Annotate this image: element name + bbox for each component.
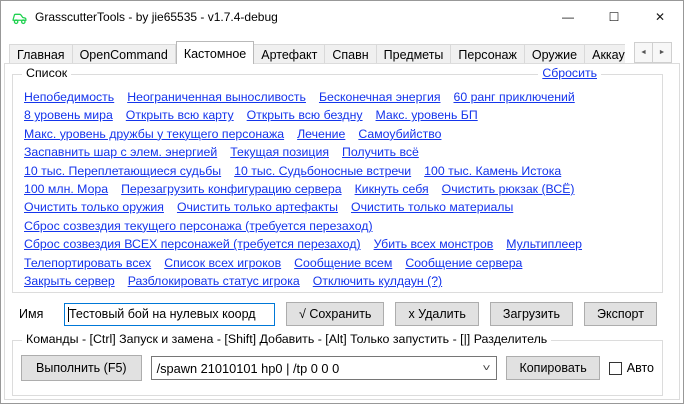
command-link[interactable]: 100 тыс. Камень Истока [424,164,561,178]
tab-scroll-right-icon[interactable]: ► [653,42,672,63]
list-groupbox: Список Сбросить НепобедимостьНеограничен… [12,74,663,293]
minimize-button[interactable]: — [545,1,591,33]
command-link[interactable]: Список всех игроков [164,256,281,270]
maximize-button[interactable]: ☐ [591,1,637,33]
app-window: GrasscutterTools - by jie65535 - v1.7.4-… [0,0,684,404]
link-row: Закрыть сервер Разблокировать статус игро… [24,272,658,290]
command-link[interactable]: Мультиплеер [506,237,582,251]
close-button[interactable]: ✕ [637,1,683,33]
checkbox-box-icon [609,362,622,375]
command-link[interactable]: Неограниченная выносливость [127,90,306,104]
tab-scroll-buttons: ◄ ► [634,42,672,63]
link-row: Макс. уровень дружбы у текущего персонаж… [24,125,658,143]
tab-page-panel: Список Сбросить Непобедимость Неограничен… [4,63,680,400]
tab-scroll-left-icon[interactable]: ◄ [634,42,653,63]
run-button[interactable]: Выполнить (F5) [21,355,142,381]
command-link[interactable]: Получить всё [342,145,419,159]
commands-group-legend: Команды - [Ctrl] Запуск и замена - [Shif… [22,332,551,346]
command-link-list: Непобедимость Неограниченная выносливость… [13,75,662,290]
link-row: 10 тыс. Переплетающиеся судьбы 10 тыс. Су… [24,162,658,180]
link-row: Сброс созвездия ВСЕХ персонажей (требует… [24,235,658,253]
command-link[interactable]: Текущая позиция [230,145,329,159]
command-link[interactable]: Очистить только оружия [24,200,164,214]
tab-item-2[interactable]: Кастомное [176,41,254,64]
name-buttons: √ Сохранить x Удалить Загрузить Экспорт [275,302,657,326]
commands-groupbox: Команды - [Ctrl] Запуск и замена - [Shif… [12,340,663,396]
command-link[interactable]: Закрыть сервер [24,274,115,288]
tab-item-3[interactable]: Артефакт [254,44,325,64]
command-link[interactable]: Убить всех монстров [374,237,494,251]
command-link[interactable]: Сброс созвездия текущего персонажа (треб… [24,219,373,233]
save-button[interactable]: √ Сохранить [286,302,384,326]
command-link[interactable]: Бесконечная энергия [319,90,441,104]
link-row: 8 уровень мира Открыть всю карту Открыть в… [24,106,658,124]
tab-item-7[interactable]: Оружие [525,44,585,64]
reset-link[interactable]: Сбросить [538,66,601,80]
app-icon [10,8,28,26]
command-link[interactable]: 8 уровень мира [24,108,113,122]
command-link[interactable]: Сброс созвездия ВСЕХ персонажей (требует… [24,237,361,251]
command-link[interactable]: Отключить кулдаун (?) [313,274,442,288]
grasscutter-vehicle-icon [11,9,28,26]
tab-item-1[interactable]: OpenCommand [73,44,176,64]
command-link[interactable]: Сообщение всем [294,256,392,270]
command-combobox-value: /spawn 21010101 hp0 | /tp 0 0 0 [157,361,340,376]
list-group-legend: Список [22,66,71,80]
command-link[interactable]: Перезагрузить конфигурацию сервера [121,182,341,196]
command-link[interactable]: Очистить только материалы [351,200,513,214]
tab-strip: ГлавнаяOpenCommandКастомноеАртефактСпавн… [9,41,625,64]
link-row: Очистить только оружия Очистить только ар… [24,198,658,216]
command-link[interactable]: Заспавнить шар с элем. энергией [24,145,217,159]
window-title: GrasscutterTools - by jie65535 - v1.7.4-… [35,10,278,24]
title-bar: GrasscutterTools - by jie65535 - v1.7.4-… [1,1,683,33]
export-button[interactable]: Экспорт [584,302,657,326]
command-link[interactable]: Самоубийство [358,127,441,141]
command-link[interactable]: 10 тыс. Переплетающиеся судьбы [24,164,221,178]
command-link[interactable]: 100 млн. Мора [24,182,108,196]
command-link[interactable]: Открыть всю карту [126,108,234,122]
auto-checkbox[interactable]: Авто [609,361,654,375]
link-row: Заспавнить шар с элем. энергией Текущая п… [24,143,658,161]
command-link[interactable]: 60 ранг приключений [453,90,574,104]
command-combobox[interactable]: /spawn 21010101 hp0 | /tp 0 0 0 ˅ [151,356,498,380]
name-input-value: Тестовый бой на нулевых коорд [69,307,256,321]
load-button[interactable]: Загрузить [490,302,573,326]
auto-checkbox-label: Авто [627,361,654,375]
copy-button[interactable]: Копировать [506,356,599,380]
window-controls: — ☐ ✕ [545,1,683,33]
command-link[interactable]: Разблокировать статус игрока [128,274,300,288]
name-row: Имя Тестовый бой на нулевых коорд √ Сохр… [12,301,657,327]
name-input[interactable]: Тестовый бой на нулевых коорд [64,303,275,326]
chevron-down-icon: ˅ [482,363,493,374]
delete-button[interactable]: x Удалить [395,302,478,326]
tab-item-0[interactable]: Главная [9,44,73,64]
command-link[interactable]: Очистить рюкзак (ВСЁ) [442,182,575,196]
tab-item-4[interactable]: Спавн [325,44,376,64]
command-link[interactable]: Макс. уровень дружбы у текущего персонаж… [24,127,284,141]
link-row: 100 млн. Мора Перезагрузить конфигурацию … [24,180,658,198]
command-link[interactable]: Макс. уровень БП [376,108,478,122]
commands-row: Выполнить (F5) /spawn 21010101 hp0 | /tp… [13,355,662,381]
tab-item-6[interactable]: Персонаж [451,44,524,64]
command-link[interactable]: Лечение [297,127,345,141]
command-link[interactable]: 10 тыс. Судьбоносные встречи [234,164,411,178]
tab-item-5[interactable]: Предметы [377,44,452,64]
command-link[interactable]: Сообщение сервера [405,256,522,270]
command-link[interactable]: Непобедимость [24,90,114,104]
command-link[interactable]: Телепортировать всех [24,256,151,270]
command-link[interactable]: Открыть всю бездну [247,108,363,122]
name-label: Имя [12,307,64,321]
command-link[interactable]: Очистить только артефакты [177,200,338,214]
link-row: Непобедимость Неограниченная выносливость… [24,88,658,106]
link-row: Телепортировать всех Список всех игроков С… [24,254,658,272]
command-link[interactable]: Кикнуть себя [355,182,429,196]
link-row: Сброс созвездия текущего персонажа (треб… [24,217,658,235]
tab-item-8[interactable]: Аккаунт [585,44,625,64]
